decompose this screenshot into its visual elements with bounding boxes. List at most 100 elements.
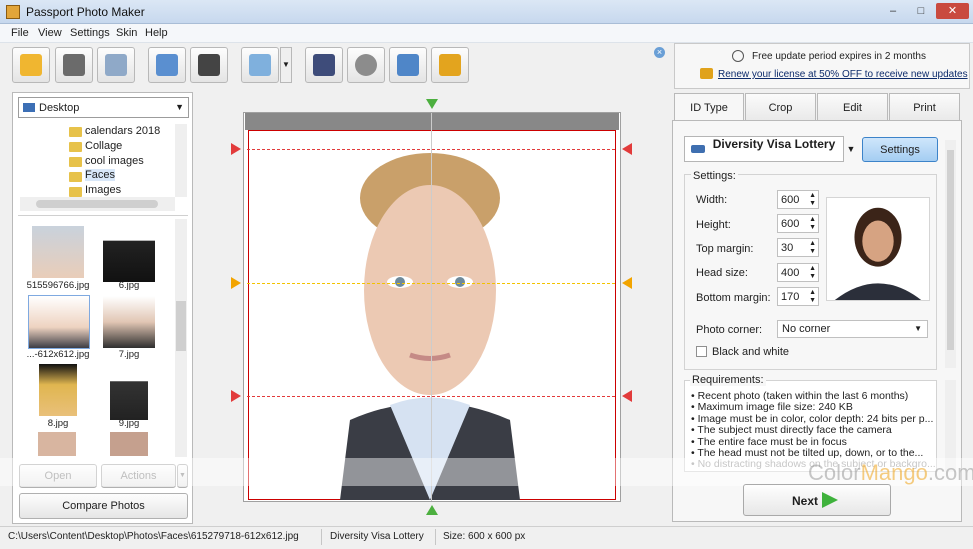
chin-guide-handle-right[interactable] bbox=[622, 390, 632, 402]
user-photo-button[interactable] bbox=[148, 47, 186, 83]
settings-button[interactable]: Settings bbox=[862, 137, 938, 162]
menu-file[interactable]: File bbox=[11, 27, 29, 39]
head-size-label: Head size: bbox=[696, 267, 748, 279]
user-photo-icon bbox=[156, 54, 178, 76]
print-icon bbox=[105, 54, 127, 76]
folder-select[interactable]: Desktop ▼ bbox=[18, 97, 189, 118]
tree-horizontal-scrollbar[interactable] bbox=[20, 197, 175, 211]
minimize-button[interactable]: – bbox=[882, 3, 904, 19]
shopping-cart-icon bbox=[439, 54, 461, 76]
tutorial-button[interactable] bbox=[347, 47, 385, 83]
thumbnail-image[interactable] bbox=[39, 364, 77, 416]
renew-license-link[interactable]: Renew your license at 50% OFF to receive… bbox=[718, 69, 968, 80]
head-size-spinner[interactable]: 400 ▲ ▼ bbox=[777, 263, 819, 282]
monitor-button[interactable] bbox=[241, 47, 279, 83]
thumbnail-label: 6.jpg bbox=[118, 280, 140, 291]
close-button[interactable]: ✕ bbox=[936, 3, 969, 19]
thumbnail-label: 9.jpg bbox=[118, 418, 140, 429]
home-button[interactable] bbox=[389, 47, 427, 83]
tree-vertical-scrollbar[interactable] bbox=[175, 124, 187, 197]
maximize-button[interactable]: □ bbox=[910, 3, 932, 19]
top-head-guide bbox=[247, 149, 615, 150]
thumbnail-scrollbar[interactable] bbox=[175, 219, 187, 457]
watermark: ColorMango.com bbox=[808, 460, 973, 485]
menu-help[interactable]: Help bbox=[145, 27, 168, 39]
camera-button[interactable] bbox=[190, 47, 228, 83]
settings-title: Settings: bbox=[691, 170, 738, 182]
next-button[interactable]: Next bbox=[743, 484, 891, 516]
status-file-path: C:\Users\Content\Desktop\Photos\Faces\61… bbox=[8, 531, 299, 542]
folder-icon bbox=[69, 127, 82, 137]
document-type-value: Diversity Visa Lottery bbox=[712, 137, 836, 151]
thumbnail-label: 8.jpg bbox=[47, 418, 69, 429]
eye-guide-handle-left[interactable] bbox=[231, 277, 241, 289]
folder-select-value: Desktop bbox=[39, 102, 80, 114]
tab-print[interactable]: Print bbox=[889, 93, 960, 121]
status-document-type: Diversity Visa Lottery bbox=[330, 531, 424, 542]
thumbnail-label: ...-612x612.jpg bbox=[26, 349, 90, 360]
help-book-icon bbox=[313, 54, 335, 76]
top-guide-handle-right[interactable] bbox=[622, 143, 632, 155]
chevron-down-icon: ▼ bbox=[175, 102, 184, 112]
compare-photos-button[interactable]: Compare Photos bbox=[19, 493, 188, 519]
folder-icon bbox=[69, 172, 82, 182]
width-label: Width: bbox=[696, 194, 728, 206]
eye-level-guide bbox=[247, 283, 615, 284]
black-white-label: Black and white bbox=[712, 346, 790, 358]
menu-settings[interactable]: Settings bbox=[70, 27, 110, 39]
settings-scrollbar[interactable] bbox=[945, 140, 956, 368]
menu-skin[interactable]: Skin bbox=[116, 27, 137, 39]
save-button[interactable] bbox=[55, 47, 93, 83]
eye-guide-handle-right[interactable] bbox=[622, 277, 632, 289]
update-panel bbox=[674, 43, 970, 89]
center-handle-top[interactable] bbox=[426, 99, 438, 109]
folder-icon bbox=[69, 142, 82, 152]
cart-icon bbox=[700, 68, 713, 79]
tab-id-type[interactable]: ID Type bbox=[674, 93, 744, 122]
requirement-item: • The subject must directly face the cam… bbox=[691, 424, 892, 436]
thumbnail-image[interactable] bbox=[110, 432, 148, 456]
document-type-select[interactable]: Diversity Visa Lottery bbox=[684, 136, 844, 162]
thumbnail-image[interactable] bbox=[103, 296, 155, 348]
tree-item-collage[interactable]: Collage bbox=[85, 140, 122, 152]
menu-bar: File View Settings Skin Help bbox=[0, 24, 973, 43]
buy-button[interactable] bbox=[431, 47, 469, 83]
height-spinner[interactable]: 600 ▲ ▼ bbox=[777, 214, 819, 233]
tree-item-faces[interactable]: Faces bbox=[85, 169, 115, 181]
thumbnail-image[interactable] bbox=[103, 230, 155, 282]
update-message: Free update period expires in 2 months bbox=[752, 51, 926, 62]
tree-item-cool-images[interactable]: cool images bbox=[85, 155, 144, 167]
black-white-checkbox[interactable] bbox=[696, 346, 707, 357]
bottom-margin-spinner[interactable]: 170 ▲ ▼ bbox=[777, 287, 819, 306]
height-label: Height: bbox=[696, 219, 731, 231]
monitor-dropdown-button[interactable]: ▼ bbox=[280, 47, 292, 83]
monitor-icon bbox=[249, 54, 271, 76]
thumbnail-image[interactable] bbox=[32, 226, 84, 278]
print-button[interactable] bbox=[97, 47, 135, 83]
close-icon[interactable]: × bbox=[654, 47, 665, 58]
photo-corner-select[interactable]: No corner ▼ bbox=[777, 320, 928, 338]
width-spinner[interactable]: 600 ▲ ▼ bbox=[777, 190, 819, 209]
center-handle-bottom[interactable] bbox=[426, 505, 438, 515]
thumbnail-label: 515596766.jpg bbox=[26, 280, 90, 291]
center-guide-line bbox=[431, 113, 432, 501]
face-photo bbox=[340, 153, 520, 500]
thumbnail-image[interactable] bbox=[110, 368, 148, 420]
chevron-down-icon[interactable]: ▼ bbox=[845, 136, 857, 162]
requirement-item: • Maximum image file size: 240 KB bbox=[691, 401, 853, 413]
open-wizard-button[interactable] bbox=[12, 47, 50, 83]
top-margin-spinner[interactable]: 30 ▲ ▼ bbox=[777, 238, 819, 257]
menu-view[interactable]: View bbox=[38, 27, 62, 39]
tree-item-images[interactable]: Images bbox=[85, 184, 121, 196]
clock-icon bbox=[732, 50, 744, 62]
thumbnail-image[interactable] bbox=[38, 432, 76, 456]
film-reel-icon bbox=[355, 54, 377, 76]
tab-edit[interactable]: Edit bbox=[817, 93, 888, 121]
tree-item-calendars[interactable]: calendars 2018 bbox=[85, 125, 160, 137]
tab-crop[interactable]: Crop bbox=[745, 93, 816, 121]
top-guide-handle-left[interactable] bbox=[231, 143, 241, 155]
chin-guide-handle-left[interactable] bbox=[231, 390, 241, 402]
thumbnail-image-selected[interactable] bbox=[28, 295, 90, 349]
help-button[interactable] bbox=[305, 47, 343, 83]
open-wizard-icon bbox=[20, 54, 42, 76]
